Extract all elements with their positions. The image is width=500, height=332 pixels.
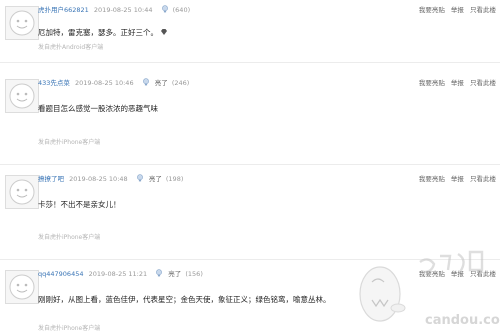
timestamp: 2019-08-25 11:21: [88, 270, 148, 278]
reply-meta: 虎扑用户662821 2019-08-25 10:44 (640): [38, 3, 190, 17]
light-label[interactable]: 亮了: [168, 270, 181, 278]
light-this-button[interactable]: 我要亮贴: [419, 175, 445, 183]
light-count: (246): [171, 79, 190, 87]
light-bulb-icon[interactable]: [155, 269, 163, 277]
light-count: (640): [172, 6, 191, 14]
reply-actions: 我要亮贴 举报 只看此楼: [415, 3, 496, 17]
only-this-floor-button[interactable]: 只看此楼: [470, 6, 496, 14]
timestamp: 2019-08-25 10:44: [93, 6, 153, 14]
light-this-button[interactable]: 我要亮贴: [419, 6, 445, 14]
username-link[interactable]: 433先点菜: [38, 79, 70, 87]
reply-item: 433先点菜 2019-08-25 10:46 亮了 (246) 我要亮贴 举报…: [0, 63, 500, 165]
light-count: (198): [165, 175, 184, 183]
username-link[interactable]: 撩撩了吧: [38, 175, 64, 183]
reply-content: 卡莎！不出不是亲女儿！: [38, 200, 121, 209]
reply-item: 虎扑用户662821 2019-08-25 10:44 (640) 我要亮贴 举…: [0, 0, 500, 63]
report-button[interactable]: 举报: [451, 79, 464, 87]
light-label[interactable]: 亮了: [149, 175, 162, 183]
reply-source: 发自虎扑iPhone客户端: [38, 139, 101, 146]
emoji-icon: [161, 29, 167, 35]
avatar[interactable]: [5, 6, 39, 40]
report-button[interactable]: 举报: [451, 175, 464, 183]
reply-actions: 我要亮贴 举报 只看此楼: [415, 172, 496, 186]
reply-content: 看题目怎么感觉一股浓浓的恶趣气味: [38, 104, 158, 113]
timestamp: 2019-08-25 10:46: [75, 79, 134, 87]
reply-content: 刚刚好，从图上看，蓝色佳伊，代表星空；金色天使，象征正义；绿色铭鸾，喻意丛林。: [38, 295, 331, 304]
reply-meta: qq447906454 2019-08-25 11:21 亮了 (156): [38, 267, 203, 281]
light-bulb-icon[interactable]: [142, 78, 150, 86]
reply-meta: 撩撩了吧 2019-08-25 10:48 亮了 (198): [38, 172, 183, 186]
light-bulb-icon[interactable]: [161, 5, 169, 13]
avatar[interactable]: [5, 270, 39, 304]
avatar[interactable]: [5, 175, 39, 209]
light-bulb-icon[interactable]: [136, 174, 144, 182]
only-this-floor-button[interactable]: 只看此楼: [470, 79, 496, 87]
reply-source: 发自虎扑iPhone客户端: [38, 234, 101, 241]
light-count: (156): [185, 270, 203, 278]
avatar[interactable]: [5, 79, 39, 113]
username-link[interactable]: qq447906454: [38, 270, 83, 278]
light-label[interactable]: 亮了: [155, 79, 168, 87]
light-this-button[interactable]: 我要亮贴: [419, 79, 445, 87]
only-this-floor-button[interactable]: 只看此楼: [470, 175, 496, 183]
reply-source: 发自虎扑Android客户端: [38, 44, 104, 51]
username-link[interactable]: 虎扑用户662821: [38, 6, 89, 14]
reply-content: 厄加特，雷克塞，瑟多。正好三个。: [38, 27, 168, 38]
timestamp: 2019-08-25 10:48: [69, 175, 128, 183]
report-button[interactable]: 举报: [451, 6, 464, 14]
watermark-url: candou.com: [425, 313, 500, 328]
reply-actions: 我要亮贴 举报 只看此楼: [415, 76, 496, 90]
reply-meta: 433先点菜 2019-08-25 10:46 亮了 (246): [38, 76, 189, 90]
